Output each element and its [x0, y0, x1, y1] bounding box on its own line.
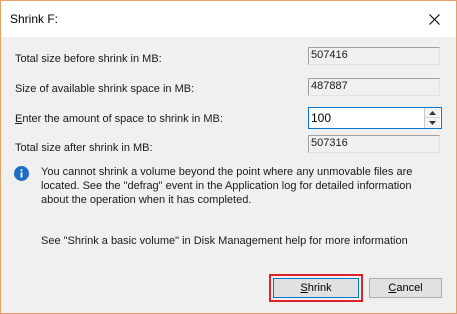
chevron-down-icon: [429, 121, 436, 125]
spin-down-button[interactable]: [425, 118, 440, 128]
total-after-value: 507316: [308, 135, 440, 153]
total-before-label: Total size before shrink in MB:: [15, 53, 162, 65]
shrink-dialog: Shrink F: Total size before shrink in MB…: [0, 0, 457, 314]
close-icon: [428, 13, 440, 25]
shrink-button[interactable]: Shrink: [273, 278, 359, 298]
info-message: You cannot shrink a volume beyond the po…: [41, 166, 413, 206]
available-space-value: 487887: [308, 78, 440, 96]
help-text: See "Shrink a basic volume" in Disk Mana…: [41, 235, 408, 247]
dialog-title: Shrink F:: [10, 12, 59, 26]
amount-label: Enter the amount of space to shrink in M…: [15, 113, 223, 125]
spin-buttons: [424, 108, 441, 128]
close-button[interactable]: [412, 1, 456, 37]
total-after-label: Total size after shrink in MB:: [15, 142, 153, 154]
cancel-button[interactable]: Cancel: [369, 278, 442, 298]
amount-input[interactable]: [309, 108, 425, 128]
total-before-value: 507416: [308, 47, 440, 65]
available-space-label: Size of available shrink space in MB:: [15, 83, 195, 95]
title-bar: Shrink F:: [1, 1, 456, 37]
info-icon: [14, 166, 29, 181]
spin-up-button[interactable]: [425, 108, 440, 118]
amount-stepper[interactable]: [308, 107, 442, 129]
chevron-up-icon: [429, 110, 436, 115]
